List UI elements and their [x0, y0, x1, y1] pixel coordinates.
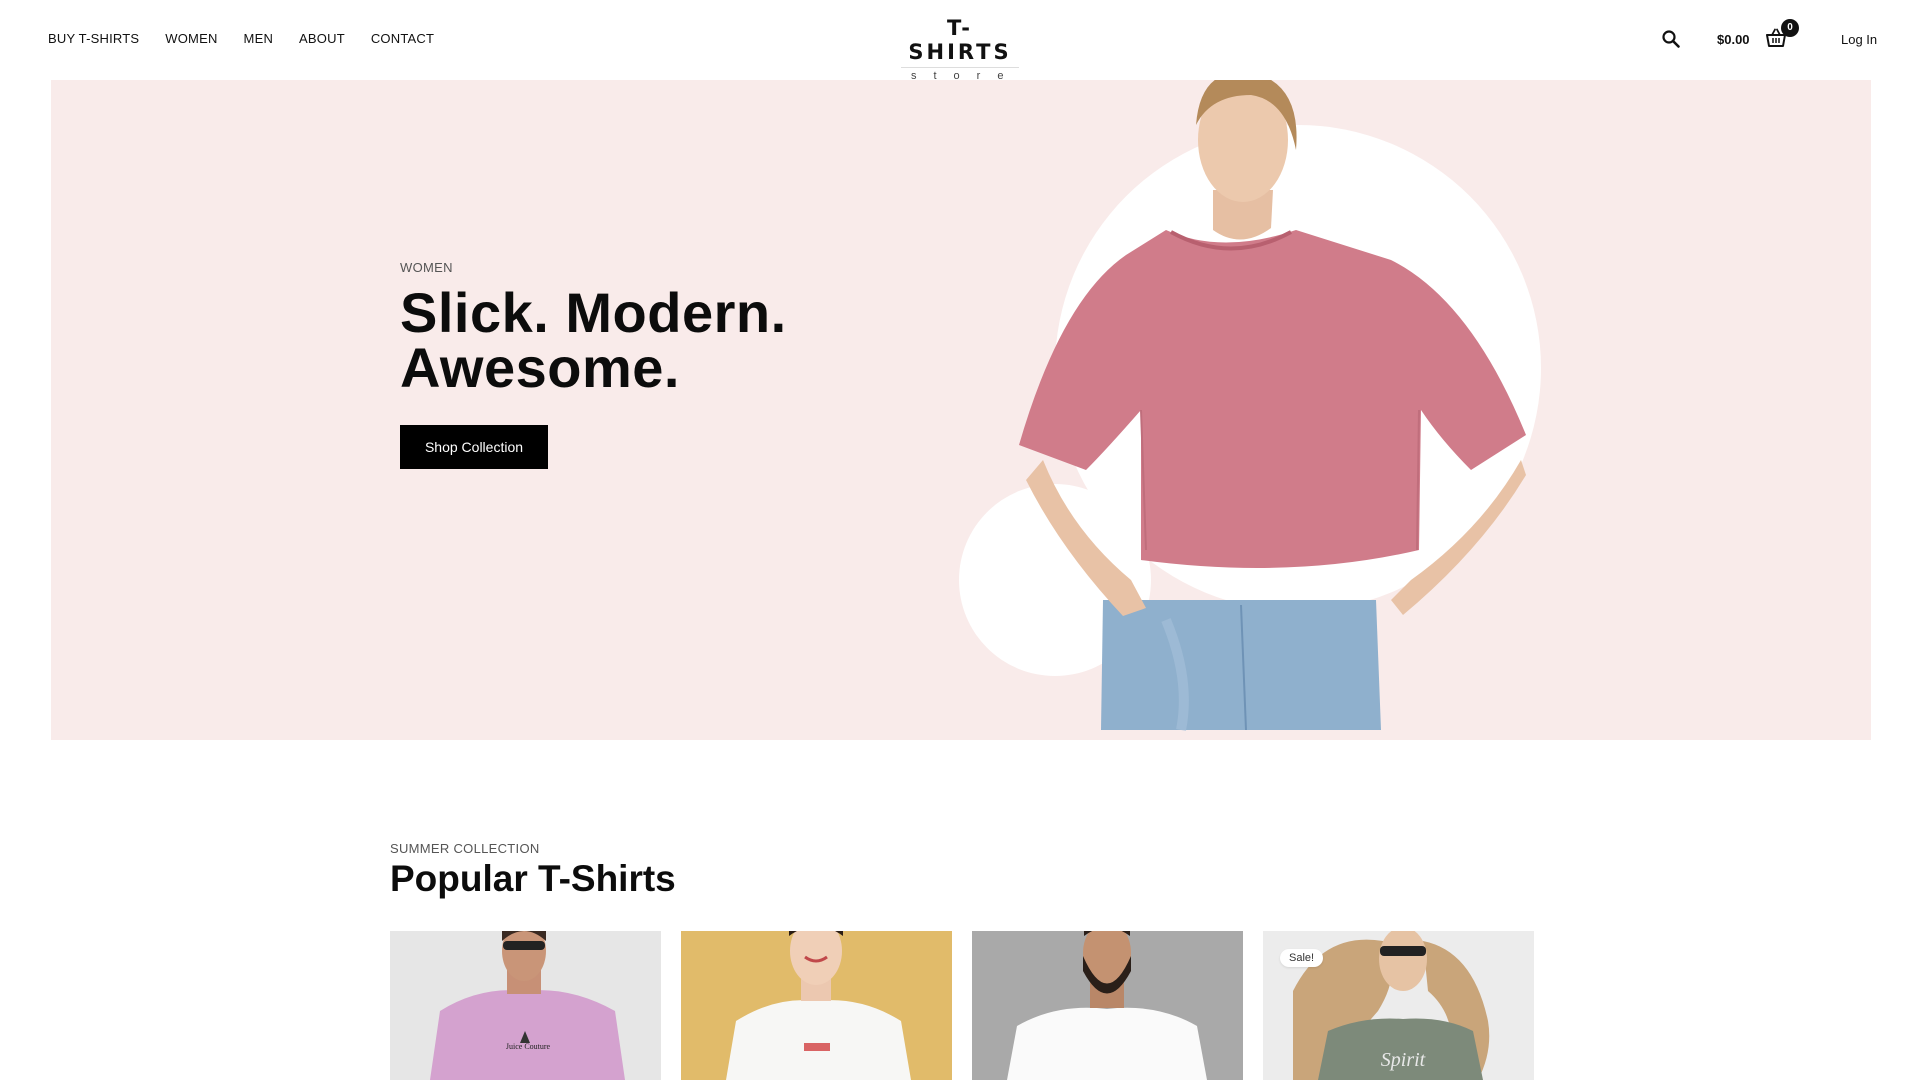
- collection-eyebrow: SUMMER COLLECTION: [390, 841, 540, 856]
- product-image: [681, 931, 952, 1080]
- main-nav: BUY T-SHIRTS WOMEN MEN ABOUT CONTACT: [48, 31, 434, 46]
- shop-collection-button[interactable]: Shop Collection: [400, 425, 548, 469]
- logo-title: T-SHIRTS: [908, 16, 1012, 64]
- nav-item-contact[interactable]: CONTACT: [371, 31, 434, 46]
- svg-text:Spirit: Spirit: [1381, 1049, 1426, 1071]
- hero-image: [959, 80, 1541, 731]
- hero-title-line-2: Awesome.: [400, 336, 680, 399]
- login-link[interactable]: Log In: [1841, 32, 1877, 47]
- hero-eyebrow: WOMEN: [400, 260, 453, 275]
- product-card[interactable]: Juice Couture: [390, 931, 661, 1080]
- nav-item-men[interactable]: MEN: [244, 31, 274, 46]
- hero-title-line-1: Slick. Modern.: [400, 281, 787, 344]
- nav-item-about[interactable]: ABOUT: [299, 31, 345, 46]
- product-grid: Juice Couture Spirit Sale!: [390, 931, 1534, 1080]
- product-card[interactable]: Spirit Sale!: [1263, 931, 1534, 1080]
- nav-item-women[interactable]: WOMEN: [165, 31, 217, 46]
- product-card[interactable]: [681, 931, 952, 1080]
- site-logo[interactable]: T-SHIRTS store: [901, 16, 1019, 84]
- product-image: [972, 931, 1243, 1080]
- site-header: BUY T-SHIRTS WOMEN MEN ABOUT CONTACT T-S…: [0, 0, 1920, 82]
- collection-title: Popular T-Shirts: [390, 858, 676, 899]
- product-image: Juice Couture: [390, 931, 661, 1080]
- hero-banner: WOMEN Slick. Modern. Awesome. Shop Colle…: [51, 80, 1871, 740]
- sale-badge: Sale!: [1280, 949, 1324, 967]
- hero-title: Slick. Modern. Awesome.: [400, 281, 787, 399]
- nav-item-buy-t-shirts[interactable]: BUY T-SHIRTS: [48, 31, 139, 46]
- svg-text:Juice Couture: Juice Couture: [506, 1042, 551, 1051]
- product-card[interactable]: [972, 931, 1243, 1080]
- cart-count-badge: 0: [1781, 19, 1799, 37]
- search-icon[interactable]: [1661, 29, 1681, 49]
- cart-total[interactable]: $0.00: [1717, 32, 1750, 47]
